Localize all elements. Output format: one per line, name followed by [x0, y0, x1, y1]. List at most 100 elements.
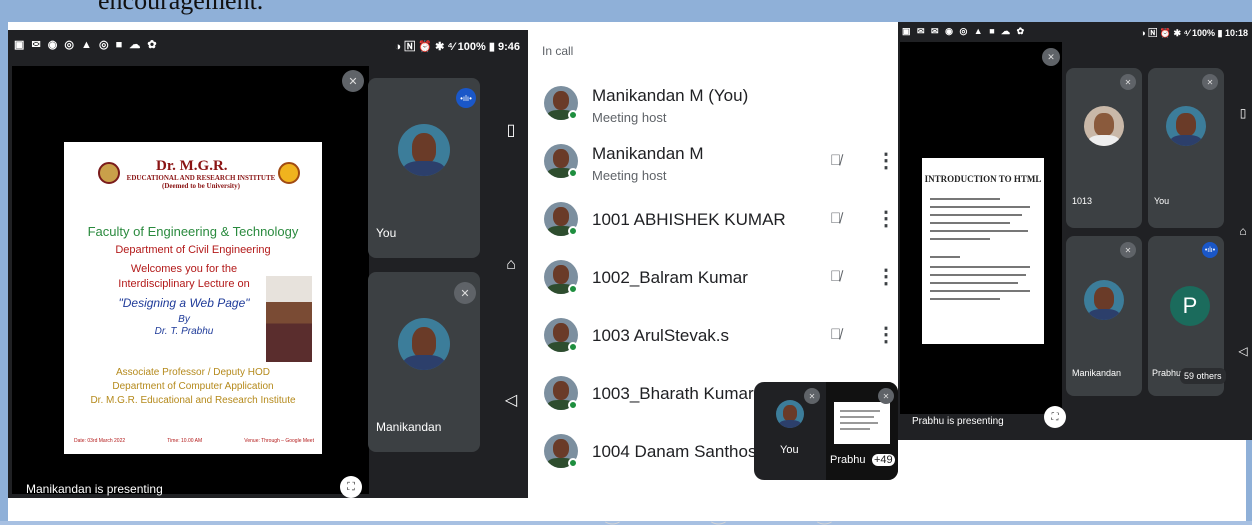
slide-time: Time: 10.00 AM — [167, 438, 203, 444]
tile-label: You — [1154, 196, 1170, 206]
fullscreen-button[interactable]: ⛶ — [340, 476, 362, 498]
slide-role-block: Associate Professor / Deputy HOD Departm… — [64, 366, 322, 408]
android-nav-bar: ▯ ⌂ ◁ — [1234, 42, 1252, 422]
presentation-area[interactable]: ✕ INTRODUCTION TO HTML Prabhu is present… — [900, 42, 1066, 428]
participant-tile-you[interactable]: •ılı• You — [368, 78, 480, 258]
online-dot-icon — [568, 342, 578, 352]
avatar — [1084, 280, 1124, 320]
caption-strip: encouragement. — [0, 0, 1252, 22]
participant-name: 1003 ArulStevak.s — [592, 326, 730, 345]
speaking-indicator-icon: •ılı• — [1202, 242, 1218, 258]
pip-you-label: You — [780, 444, 799, 456]
presenting-label: Manikandan is presenting — [26, 482, 163, 496]
more-options-icon[interactable]: ⋮ — [876, 206, 896, 231]
avatar — [398, 124, 450, 176]
avatar — [398, 318, 450, 370]
slide-speaker: Dr. T. Prabhu — [154, 326, 214, 337]
shared-slide: Dr. M.G.R. EDUCATIONAL AND RESEARCH INST… — [64, 142, 322, 454]
mic-off-icon: ✕ — [1120, 74, 1136, 90]
slide-speaker-inst: Dr. M.G.R. Educational and Research Inst… — [90, 395, 296, 406]
participant-name: Manikandan M (You) — [592, 86, 749, 105]
pip-others-count: +49 — [872, 454, 895, 466]
slide-title: INTRODUCTION TO HTML — [924, 174, 1042, 184]
back-icon[interactable]: ◁ — [1234, 344, 1252, 358]
mic-off-icon: ✕ — [454, 282, 476, 304]
slide-institute: Dr. M.G.R. — [156, 158, 228, 174]
participant-name: 1001 ABHISHEK KUMAR — [592, 210, 786, 229]
participant-tile-1013[interactable]: ✕ 1013 — [1066, 68, 1142, 228]
mic-off-icon: ✕ — [1042, 48, 1060, 66]
status-right: ◑ 🄽 ⏰ ✱ ⁴⁄ 100% ▮ 10:18 — [1140, 28, 1248, 38]
pip-presenter-label: Prabhu — [830, 454, 866, 466]
participant-row[interactable]: Manikandan M (You) Meeting host — [528, 78, 896, 134]
mic-off-icon[interactable]: 🎙̸ — [830, 326, 841, 343]
speaking-indicator-icon: •ılı• — [456, 88, 476, 108]
status-right: ◑ 🄽 ⏰ ✱ ⁴⁄ 100% ▮ 9:46 — [394, 41, 520, 53]
slide-lecture-line: Interdisciplinary Lecture on — [118, 278, 250, 290]
participant-tile-manikandan[interactable]: ✕ Manikandan — [368, 272, 480, 452]
faint-mark: ‿ — [606, 508, 619, 525]
slide-institute-sub: EDUCATIONAL AND RESEARCH INSTITUTE (Deem… — [126, 174, 276, 190]
presentation-area[interactable]: ✕ Dr. M.G.R. EDUCATIONAL AND RESEARCH IN… — [12, 66, 369, 498]
more-options-icon[interactable]: ⋮ — [876, 148, 896, 173]
participant-tile-you[interactable]: ✕ You — [1148, 68, 1224, 228]
avatar — [776, 400, 804, 428]
picture-in-picture-window[interactable]: ✕ You ✕ Prabhu +49 — [754, 382, 898, 480]
fullscreen-button[interactable]: ⛶ — [1044, 406, 1066, 428]
participant-name: 1003_Bharath Kumar — [592, 384, 754, 403]
online-dot-icon — [568, 226, 578, 236]
slide-welcome: Welcomes you for the Interdisciplinary L… — [84, 262, 284, 292]
tile-label: Manikandan — [376, 420, 442, 434]
slide-footer: Date: 03rd March 2022 Time: 10.00 AM Ven… — [74, 438, 314, 444]
frame-bottom-border — [0, 521, 1252, 525]
avatar-initial: P — [1170, 286, 1210, 326]
participant-role: Meeting host — [592, 110, 667, 125]
home-icon[interactable]: ⌂ — [500, 256, 522, 274]
others-count[interactable]: 59 others — [1180, 368, 1226, 384]
participant-name: Manikandan M — [592, 144, 704, 163]
presenting-label: Prabhu is presenting — [912, 416, 1004, 427]
avatar — [1084, 106, 1124, 146]
tile-label: You — [376, 226, 397, 240]
participant-role: Meeting host — [592, 168, 667, 183]
participant-row[interactable]: Manikandan M Meeting host 🎙̸ ⋮ — [528, 136, 896, 192]
slide-welcome-line: Welcomes you for the — [130, 263, 238, 275]
online-dot-icon — [568, 284, 578, 294]
mic-off-icon[interactable]: 🎙̸ — [830, 152, 841, 169]
slide-venue: Venue: Through – Google Meet — [244, 438, 314, 444]
tile-label: Manikandan — [1072, 368, 1122, 378]
shared-slide: INTRODUCTION TO HTML — [922, 158, 1044, 344]
recents-icon[interactable]: ▯ — [1234, 106, 1252, 120]
institute-emblem-icon — [278, 162, 300, 184]
mic-off-icon: ✕ — [1202, 74, 1218, 90]
avatar — [1166, 106, 1206, 146]
mic-off-icon: ✕ — [878, 388, 894, 404]
home-icon[interactable]: ⌂ — [1234, 224, 1252, 238]
back-icon[interactable]: ◁ — [500, 390, 522, 410]
slide-topic: "Designing a Web Page" — [118, 296, 250, 310]
status-bar: ▣ ✉ ◉ ◎ ▲ ◎ ■ ☁ ✿ ◑ 🄽 ⏰ ✱ ⁴⁄ 100% ▮ 9:46 — [8, 30, 528, 60]
slide-by-block: By Dr. T. Prabhu — [84, 314, 284, 338]
more-options-icon[interactable]: ⋮ — [876, 264, 896, 289]
online-dot-icon — [568, 458, 578, 468]
tile-label: 1013 — [1072, 196, 1093, 206]
participant-row[interactable]: 1001 ABHISHEK KUMAR 🎙̸ ⋮ — [528, 194, 896, 250]
mic-off-icon[interactable]: 🎙̸ — [830, 268, 841, 285]
caption-fragment: encouragement. — [98, 0, 264, 15]
mic-off-icon: ✕ — [1120, 242, 1136, 258]
participant-tile-manikandan[interactable]: ✕ Manikandan — [1066, 236, 1142, 396]
pip-slide-thumbnail — [834, 402, 890, 444]
participant-row[interactable]: 1003 ArulStevak.s 🎙̸ ⋮ — [528, 310, 896, 366]
meet-screen-presenting: ▣ ✉ ◉ ◎ ▲ ◎ ■ ☁ ✿ ◑ 🄽 ⏰ ✱ ⁴⁄ 100% ▮ 9:46… — [8, 30, 528, 498]
participant-row[interactable]: 1002_Balram Kumar 🎙̸ ⋮ — [528, 252, 896, 308]
recents-icon[interactable]: ▯ — [500, 120, 522, 140]
notification-icons: ▣ ✉ ◉ ◎ ▲ ◎ ■ ☁ ✿ — [14, 39, 159, 51]
slide-department: Department of Civil Engineering — [115, 244, 271, 256]
slide-designation: Associate Professor / Deputy HOD — [116, 367, 270, 378]
faint-mark: ‿ — [712, 508, 725, 525]
institute-logo-icon — [98, 162, 120, 184]
mic-off-icon[interactable]: 🎙̸ — [830, 210, 841, 227]
meet-screen-presenting-2: ▣ ✉ ✉ ◉ ◎ ▲ ■ ☁ ✿ ◑ 🄽 ⏰ ✱ ⁴⁄ 100% ▮ 10:1… — [898, 22, 1252, 440]
more-options-icon[interactable]: ⋮ — [876, 322, 896, 347]
online-dot-icon — [568, 168, 578, 178]
